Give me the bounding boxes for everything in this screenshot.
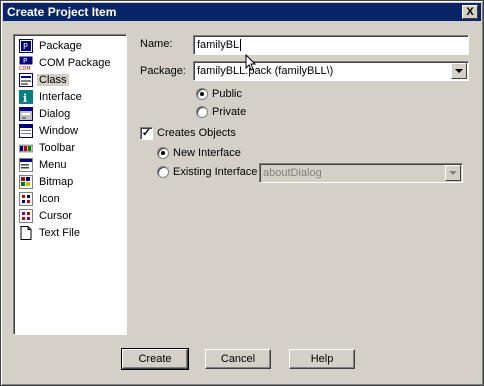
creates-objects-checkbox[interactable]: ✓: [140, 127, 153, 140]
list-item-icon[interactable]: Icon: [14, 191, 126, 208]
list-item-package[interactable]: P Package: [14, 38, 126, 55]
name-label: Name:: [140, 38, 173, 50]
public-radio[interactable]: [196, 88, 208, 100]
existing-interface-radio[interactable]: [157, 166, 169, 178]
list-item-label: Menu: [39, 159, 67, 171]
existing-interface-label[interactable]: Existing Interface: [173, 166, 257, 178]
list-item-dialog[interactable]: Dialog: [14, 106, 126, 123]
svg-text:P: P: [23, 57, 27, 65]
list-item-interface[interactable]: i Interface: [14, 89, 126, 106]
list-item-label: Dialog: [39, 108, 71, 120]
bitmap-icon: [19, 175, 33, 189]
text-file-icon: [20, 226, 32, 240]
chevron-down-icon[interactable]: [451, 63, 467, 79]
cancel-button[interactable]: Cancel: [205, 349, 271, 369]
list-item-class[interactable]: Class: [14, 72, 126, 89]
close-button[interactable]: X: [462, 5, 478, 19]
dialog-icon: [19, 107, 33, 121]
list-item-text-file[interactable]: Text File: [14, 225, 126, 242]
new-interface-label[interactable]: New Interface: [173, 147, 241, 159]
list-item-label: Interface: [39, 91, 82, 103]
list-item-cursor[interactable]: Cursor: [14, 208, 126, 225]
list-item-label: Class: [37, 74, 69, 86]
list-item-com-package[interactable]: P COM COM Package: [14, 55, 126, 72]
dialog-title: Create Project Item: [7, 5, 117, 19]
svg-text:i: i: [23, 92, 27, 104]
interface-icon: i: [19, 90, 33, 104]
list-item-label: COM Package: [39, 57, 111, 69]
existing-interface-value: aboutDialog: [263, 167, 322, 179]
list-item-window[interactable]: Window: [14, 123, 126, 140]
list-item-toolbar[interactable]: Toolbar: [14, 140, 126, 157]
new-interface-radio[interactable]: [157, 147, 169, 159]
mouse-pointer-icon: [245, 54, 257, 71]
package-label: Package:: [140, 65, 186, 77]
create-project-item-dialog: Create Project Item X P Package P COM COM…: [0, 0, 484, 386]
name-input[interactable]: familyBL: [193, 35, 469, 55]
private-radio-label[interactable]: Private: [212, 106, 246, 118]
menu-icon: [19, 158, 33, 172]
com-package-icon: PCOM: [19, 56, 33, 70]
chevron-down-icon[interactable]: [445, 165, 461, 181]
list-item-label: Toolbar: [39, 142, 76, 154]
svg-text:P: P: [23, 42, 28, 51]
existing-interface-dropdown[interactable]: aboutDialog: [259, 163, 463, 183]
create-button[interactable]: Create: [121, 348, 189, 370]
cursor-icon: [19, 209, 33, 223]
list-item-label: Icon: [39, 193, 60, 205]
icon-icon: [19, 192, 33, 206]
list-item-bitmap[interactable]: Bitmap: [14, 174, 126, 191]
class-icon: [19, 73, 33, 87]
item-type-list[interactable]: P Package P COM COM Package Class i Inter…: [13, 34, 127, 335]
list-item-label: Package: [39, 40, 82, 52]
list-item-label: Text File: [39, 227, 80, 239]
private-radio[interactable]: [196, 106, 208, 118]
package-icon: P: [19, 39, 33, 53]
package-dropdown[interactable]: familyBLL.pack (familyBLL\): [193, 61, 469, 81]
text-caret: [240, 39, 242, 51]
toolbar-icon: [19, 144, 33, 153]
svg-text:COM: COM: [19, 66, 31, 70]
list-item-menu[interactable]: Menu: [14, 157, 126, 174]
name-input-value: familyBL: [197, 39, 240, 51]
list-item-label: Cursor: [39, 210, 73, 222]
title-bar[interactable]: Create Project Item X: [3, 3, 481, 21]
list-item-label: Window: [39, 125, 79, 137]
creates-objects-label[interactable]: Creates Objects: [157, 127, 236, 139]
list-item-label: Bitmap: [39, 176, 74, 188]
window-icon: [19, 124, 33, 138]
help-button[interactable]: Help: [289, 349, 355, 369]
package-dropdown-value: familyBLL.pack (familyBLL\): [197, 65, 334, 77]
public-radio-label[interactable]: Public: [212, 88, 242, 100]
